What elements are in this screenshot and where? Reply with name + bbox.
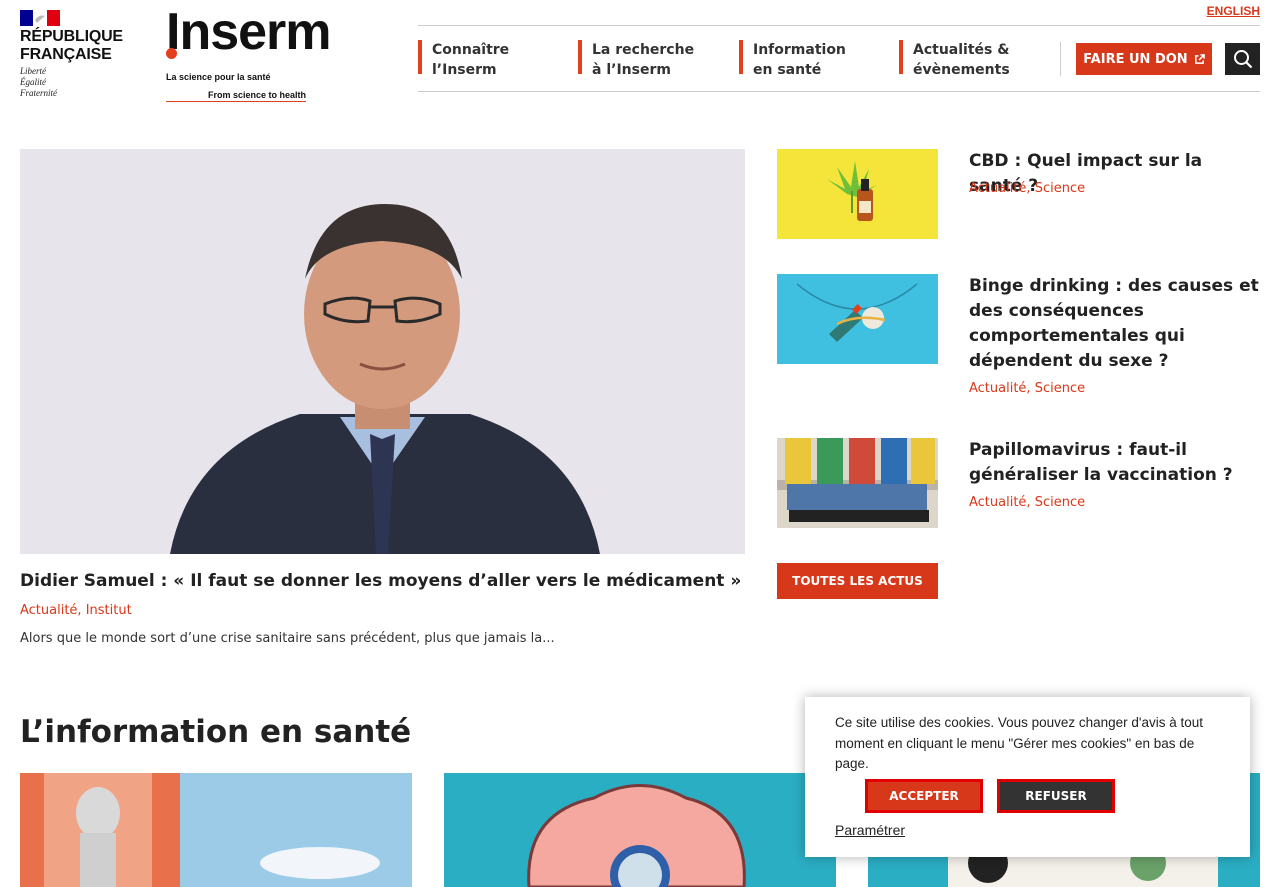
cookie-accept-button[interactable]: ACCEPTER — [865, 779, 983, 813]
external-link-icon — [1194, 53, 1205, 64]
nav-item-connaitre-inserm[interactable]: Connaître l’Inserm — [418, 40, 509, 78]
news-categories[interactable]: Actualité, Science — [969, 495, 1085, 510]
featured-article-title[interactable]: Didier Samuel : « Il faut se donner les … — [20, 571, 741, 591]
donate-button[interactable]: FAIRE UN DON — [1076, 43, 1212, 75]
cookie-message: Ce site utilise des cookies. Vous pouvez… — [835, 715, 1204, 771]
cbd-image — [777, 149, 938, 239]
republique-motto: Liberté Égalité Fraternité — [20, 66, 57, 98]
donate-label: FAIRE UN DON — [1083, 51, 1188, 67]
news-thumbnail-papillomavirus[interactable] — [777, 438, 938, 528]
main-nav: Connaître l’Inserm La recherche à l’Inse… — [418, 26, 1260, 92]
cookie-banner: Ce site utilise des cookies. Vous pouvez… — [805, 697, 1250, 857]
nav-separator — [1060, 42, 1061, 76]
cookie-refuse-button[interactable]: REFUSER — [997, 779, 1115, 813]
site-header: RÉPUBLIQUE FRANÇAISE Liberté Égalité Fra… — [0, 0, 1280, 102]
republique-title: RÉPUBLIQUE FRANÇAISE — [20, 28, 123, 63]
news-item[interactable]: CBD : Quel impact sur la santé ? Actuali… — [777, 149, 1260, 249]
binge-drinking-image — [777, 274, 938, 364]
featured-article-image[interactable] — [20, 149, 745, 554]
all-news-button[interactable]: TOUTES LES ACTUS — [777, 563, 938, 599]
news-title[interactable]: Papillomavirus : faut-il généraliser la … — [969, 438, 1260, 488]
papillomavirus-image — [777, 438, 938, 528]
robot-illustration — [20, 773, 412, 887]
inserm-logo-wordmark: Inserm — [166, 3, 332, 61]
inserm-tagline-en: From science to health — [166, 90, 307, 102]
republique-francaise-logo[interactable]: RÉPUBLIQUE FRANÇAISE Liberté Égalité Fra… — [20, 10, 123, 99]
news-item[interactable]: Binge drinking : des causes et des consé… — [777, 274, 1260, 414]
news-title[interactable]: Binge drinking : des causes et des consé… — [969, 274, 1260, 374]
nav-item-information-sante[interactable]: Information en santé — [739, 40, 846, 78]
news-thumbnail-cbd[interactable] — [777, 149, 938, 239]
section-title: L’information en santé — [20, 714, 412, 750]
news-categories[interactable]: Actualité, Science — [969, 181, 1085, 196]
news-item[interactable]: Papillomavirus : faut-il généraliser la … — [777, 438, 1260, 538]
featured-article-categories[interactable]: Actualité, Institut — [20, 603, 132, 618]
french-flag-icon — [20, 10, 60, 26]
brain-illustration — [444, 773, 836, 887]
cookie-settings-link[interactable]: Paramétrer — [835, 822, 905, 838]
nav-item-recherche[interactable]: La recherche à l’Inserm — [578, 40, 694, 78]
news-categories[interactable]: Actualité, Science — [969, 381, 1085, 396]
inserm-logo[interactable]: Inserm La science pour la santé From sci… — [166, 3, 332, 102]
news-thumbnail-binge-drinking[interactable] — [777, 274, 938, 364]
nav-item-actualites[interactable]: Actualités & évènements — [899, 40, 1010, 78]
search-button[interactable] — [1225, 43, 1260, 75]
featured-article-excerpt: Alors que le monde sort d’une crise sani… — [20, 631, 555, 646]
search-icon — [1233, 50, 1252, 69]
health-card-image[interactable] — [444, 773, 836, 887]
english-language-link[interactable]: ENGLISH — [1207, 4, 1260, 18]
portrait-illustration — [20, 149, 745, 554]
inserm-logo-dot — [166, 48, 177, 59]
inserm-tagline-fr: La science pour la santé — [166, 72, 271, 82]
health-card-image[interactable] — [20, 773, 412, 887]
